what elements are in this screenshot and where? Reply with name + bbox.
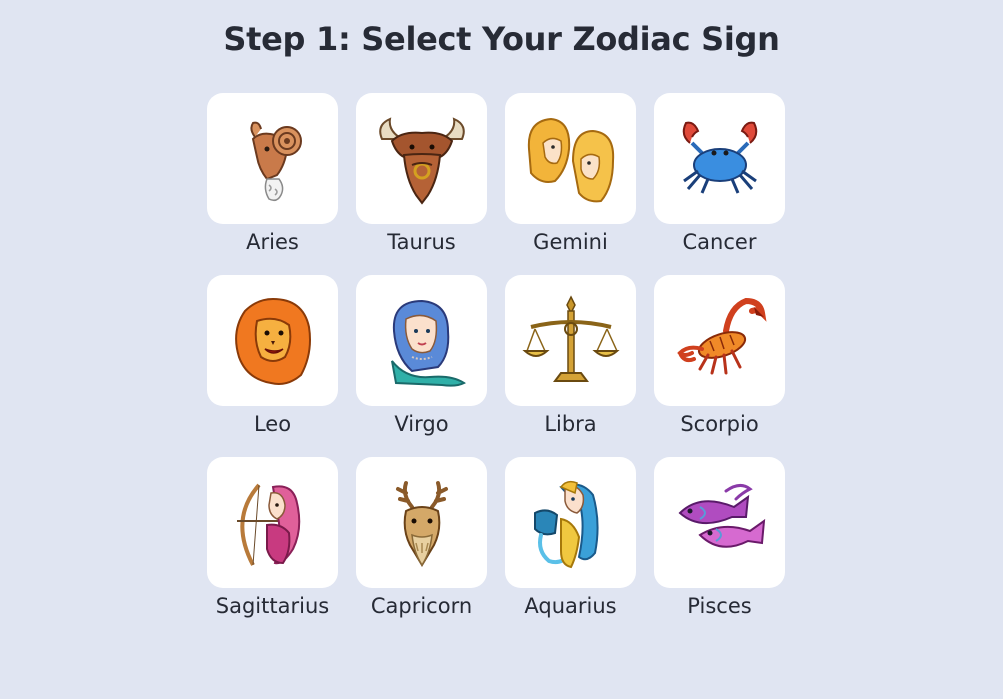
scorpion-icon bbox=[676, 297, 767, 374]
sign-card[interactable] bbox=[505, 457, 636, 588]
sign-option-gemini[interactable]: Gemini bbox=[505, 93, 636, 254]
page-title: Step 1: Select Your Zodiac Sign bbox=[223, 20, 780, 58]
sign-card[interactable] bbox=[654, 457, 785, 588]
twins-icon bbox=[527, 117, 614, 202]
sign-card[interactable] bbox=[207, 275, 338, 406]
water-bearer-icon bbox=[533, 480, 599, 568]
archer-icon bbox=[236, 483, 300, 566]
sign-card[interactable] bbox=[207, 457, 338, 588]
sign-card[interactable] bbox=[505, 275, 636, 406]
sign-label: Pisces bbox=[687, 594, 752, 618]
sign-option-libra[interactable]: Libra bbox=[505, 275, 636, 436]
sign-option-taurus[interactable]: Taurus bbox=[356, 93, 487, 254]
sign-card[interactable] bbox=[356, 457, 487, 588]
goat-icon bbox=[395, 480, 448, 567]
sign-option-pisces[interactable]: Pisces bbox=[654, 457, 785, 618]
bull-icon bbox=[378, 116, 465, 205]
sign-card[interactable] bbox=[207, 93, 338, 224]
sign-card[interactable] bbox=[505, 93, 636, 224]
fish-icon bbox=[678, 483, 765, 548]
sign-option-cancer[interactable]: Cancer bbox=[654, 93, 785, 254]
ram-icon bbox=[249, 121, 302, 201]
sign-label: Cancer bbox=[682, 230, 757, 254]
sign-option-sagittarius[interactable]: Sagittarius bbox=[207, 457, 338, 618]
sign-option-aquarius[interactable]: Aquarius bbox=[505, 457, 636, 618]
sign-card[interactable] bbox=[654, 275, 785, 406]
sign-card[interactable] bbox=[654, 93, 785, 224]
sign-card[interactable] bbox=[356, 93, 487, 224]
lion-icon bbox=[234, 297, 311, 385]
maiden-icon bbox=[390, 299, 466, 387]
sign-option-virgo[interactable]: Virgo bbox=[356, 275, 487, 436]
scales-icon bbox=[521, 294, 620, 382]
sign-option-aries[interactable]: Aries bbox=[207, 93, 338, 254]
sign-label: Scorpio bbox=[680, 412, 759, 436]
sign-option-scorpio[interactable]: Scorpio bbox=[654, 275, 785, 436]
sign-option-capricorn[interactable]: Capricorn bbox=[356, 457, 487, 618]
sign-option-leo[interactable]: Leo bbox=[207, 275, 338, 436]
sign-card[interactable] bbox=[356, 275, 487, 406]
zodiac-selection-page: Step 1: Select Your Zodiac Sign Aries Ta… bbox=[0, 0, 1003, 699]
zodiac-grid: Aries Taurus Gemini Cancer Leo Virgo Lib… bbox=[207, 93, 785, 618]
crab-icon bbox=[682, 121, 757, 194]
